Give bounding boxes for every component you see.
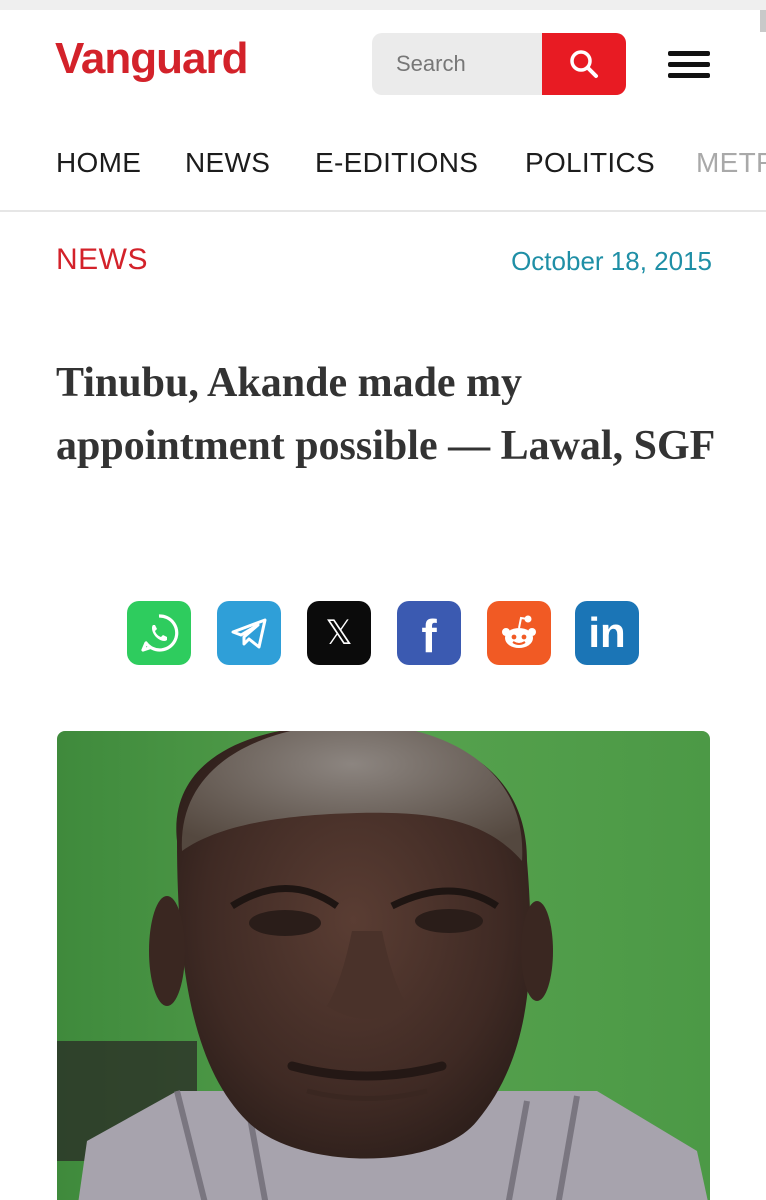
- search-icon: [570, 50, 598, 78]
- nav-item-e-editions[interactable]: E-EDITIONS: [315, 147, 478, 179]
- article-date: October 18, 2015: [511, 246, 712, 276]
- share-reddit-button[interactable]: [487, 601, 551, 665]
- share-whatsapp-button[interactable]: [127, 601, 191, 665]
- article-category[interactable]: NEWS: [56, 243, 148, 277]
- article-headline: Tinubu, Akande made my appointment possi…: [56, 360, 716, 469]
- search-input[interactable]: [372, 33, 542, 95]
- telegram-icon: [231, 618, 267, 649]
- nav-divider: [0, 210, 766, 212]
- share-x-button[interactable]: 𝕏: [307, 601, 371, 665]
- hamburger-menu-button[interactable]: [668, 51, 714, 85]
- share-telegram-button[interactable]: [217, 601, 281, 665]
- portrait-photo: [57, 731, 710, 1200]
- vanguard-logo[interactable]: Vanguard: [55, 34, 248, 84]
- share-bar: 𝕏 f in: [127, 601, 647, 667]
- site-header: Vanguard: [0, 10, 766, 120]
- facebook-icon: f: [421, 610, 437, 662]
- nav-item-politics[interactable]: POLITICS: [525, 147, 655, 179]
- x-icon: 𝕏: [325, 613, 353, 653]
- whatsapp-icon: [141, 614, 179, 652]
- browser-top-strip: [0, 0, 766, 10]
- main-nav: HOME NEWS E-EDITIONS POLITICS METR: [0, 135, 766, 191]
- article-photo: [57, 731, 710, 1200]
- nav-item-news[interactable]: NEWS: [185, 147, 270, 179]
- linkedin-icon: in: [588, 609, 626, 656]
- nav-item-home[interactable]: HOME: [56, 147, 141, 179]
- nav-item-metro[interactable]: METR: [696, 147, 766, 179]
- reddit-icon: [502, 615, 536, 648]
- share-linkedin-button[interactable]: in: [575, 601, 639, 665]
- share-facebook-button[interactable]: f: [397, 601, 461, 665]
- search-box: [372, 33, 626, 95]
- search-button[interactable]: [542, 33, 626, 95]
- hamburger-icon: [668, 51, 710, 56]
